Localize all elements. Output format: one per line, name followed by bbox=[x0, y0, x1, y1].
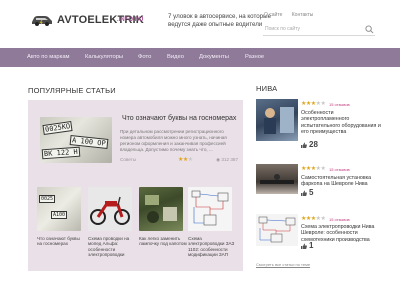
thumbs-up-icon bbox=[301, 190, 307, 196]
engine-icon bbox=[145, 195, 177, 223]
nav-item-brands[interactable]: Авто по маркам bbox=[27, 54, 70, 60]
likes-count: 28 bbox=[309, 140, 318, 149]
niva-section-title: НИВА bbox=[256, 84, 278, 93]
niva-item-1-badge: 15 отзывов bbox=[329, 102, 350, 107]
top-link-contacts[interactable]: Контакты bbox=[292, 12, 314, 18]
moped-icon bbox=[90, 196, 130, 225]
niva-item-1-image[interactable] bbox=[256, 99, 298, 141]
niva-item-3-badge: 15 отзывов bbox=[329, 217, 350, 222]
nav-item-video[interactable]: Видео bbox=[167, 54, 184, 60]
niva-item-1-rating: ★★★★★ bbox=[301, 100, 326, 107]
niva-item-2-rating: ★★★★★ bbox=[301, 165, 326, 172]
car-logo-icon[interactable] bbox=[30, 13, 54, 27]
thumbs-up-icon bbox=[301, 142, 307, 148]
nav-item-photo[interactable]: Фото bbox=[138, 54, 151, 60]
grid-thumb-wiring[interactable] bbox=[188, 187, 232, 231]
star-icon: ★ bbox=[187, 157, 193, 163]
star-icon: ★★★ bbox=[301, 166, 316, 172]
search-placeholder: Поиск по сайту bbox=[265, 26, 301, 32]
niva-item-2-title[interactable]: Самостоятельная установка фаркопа на Шев… bbox=[301, 175, 381, 188]
thumb-plate-1: 0025 bbox=[39, 195, 56, 203]
popular-section-title: ПОПУЛЯРНЫЕ СТАТЬИ bbox=[28, 86, 116, 95]
article-category[interactable]: Советы bbox=[120, 157, 136, 162]
featured-article-excerpt: При детальном рассмотрении регистрационн… bbox=[120, 129, 227, 152]
likes-count: 5 bbox=[309, 188, 314, 197]
niva-item-2-likes[interactable]: 5 bbox=[301, 188, 313, 197]
star-icon: ★★ bbox=[315, 101, 326, 107]
site-header: AVTOELEKTRIK .INFO.RU 7 уловок в автосер… bbox=[0, 0, 400, 48]
thumbs-up-icon bbox=[301, 243, 307, 249]
niva-item-2-image[interactable] bbox=[256, 164, 298, 194]
likes-count: 1 bbox=[309, 241, 314, 250]
grid-thumb-moped[interactable] bbox=[88, 187, 132, 231]
nav-item-misc[interactable]: Разное bbox=[245, 54, 264, 60]
star-icon: ★★ bbox=[315, 166, 326, 172]
plate-1: 0025КО bbox=[42, 121, 73, 135]
grid-caption-1[interactable]: Что означают буквы на госномерах bbox=[37, 236, 85, 247]
search-input[interactable]: Поиск по сайту bbox=[263, 24, 375, 36]
star-icon: ★★★ bbox=[301, 101, 316, 107]
star-icon: ★★★ bbox=[301, 216, 316, 222]
featured-article-image[interactable]: 0025КО А 100 ОР ВК 122 Н bbox=[40, 117, 112, 163]
nav-item-documents[interactable]: Документы bbox=[199, 54, 229, 60]
grid-caption-3[interactable]: Как легко заменить лампочку под капотом bbox=[139, 236, 187, 247]
grid-thumb-plates[interactable]: 0025 А100 bbox=[37, 187, 81, 231]
main-nav: Авто по маркам Калькуляторы Фото Видео Д… bbox=[0, 48, 400, 67]
plate-3: ВК 122 Н bbox=[41, 146, 81, 160]
niva-item-1-likes[interactable]: 28 bbox=[301, 140, 318, 149]
rating-stars: ★★★ bbox=[178, 156, 193, 163]
niva-item-2-badge: 15 отзывов bbox=[329, 167, 350, 172]
niva-more-link[interactable]: Смотреть все статьи по теме bbox=[256, 262, 310, 267]
top-links: О сайте Контакты bbox=[264, 12, 321, 18]
featured-article-title[interactable]: Что означают буквы на госномерах bbox=[122, 115, 240, 122]
niva-item-3-likes[interactable]: 1 bbox=[301, 241, 313, 250]
wiring-diagram-icon bbox=[191, 190, 229, 226]
search-icon[interactable] bbox=[365, 25, 374, 34]
grid-caption-4[interactable]: Схема электропроводки ЗАЗ 1102: особенно… bbox=[188, 236, 236, 258]
grid-thumb-engine[interactable] bbox=[139, 187, 183, 231]
technician-icon bbox=[264, 107, 294, 134]
nav-item-calculators[interactable]: Калькуляторы bbox=[85, 54, 123, 60]
towbar-icon bbox=[260, 174, 294, 184]
grid-caption-2[interactable]: Схема проводки на мопед Альфа: особеннос… bbox=[88, 236, 136, 258]
views-count: 312 387 bbox=[221, 157, 238, 162]
star-icon: ★★ bbox=[315, 216, 326, 222]
logo-suffix[interactable]: .INFO.RU bbox=[117, 17, 143, 23]
article-views: ◉ 312 387 bbox=[216, 157, 238, 163]
featured-article-meta: Советы ★★★ ◉ 312 387 bbox=[120, 157, 238, 163]
niva-item-1-title[interactable]: Особенности электропламенного испытатель… bbox=[301, 110, 381, 136]
thumb-plate-2: А100 bbox=[51, 211, 68, 219]
niva-item-3-rating: ★★★★★ bbox=[301, 215, 326, 222]
header-tagline[interactable]: 7 уловок в автосервисе, на которые ведут… bbox=[168, 13, 273, 28]
niva-item-3-image[interactable] bbox=[256, 214, 298, 246]
top-link-about[interactable]: О сайте bbox=[264, 12, 282, 18]
wiring-diagram-icon bbox=[258, 216, 296, 243]
